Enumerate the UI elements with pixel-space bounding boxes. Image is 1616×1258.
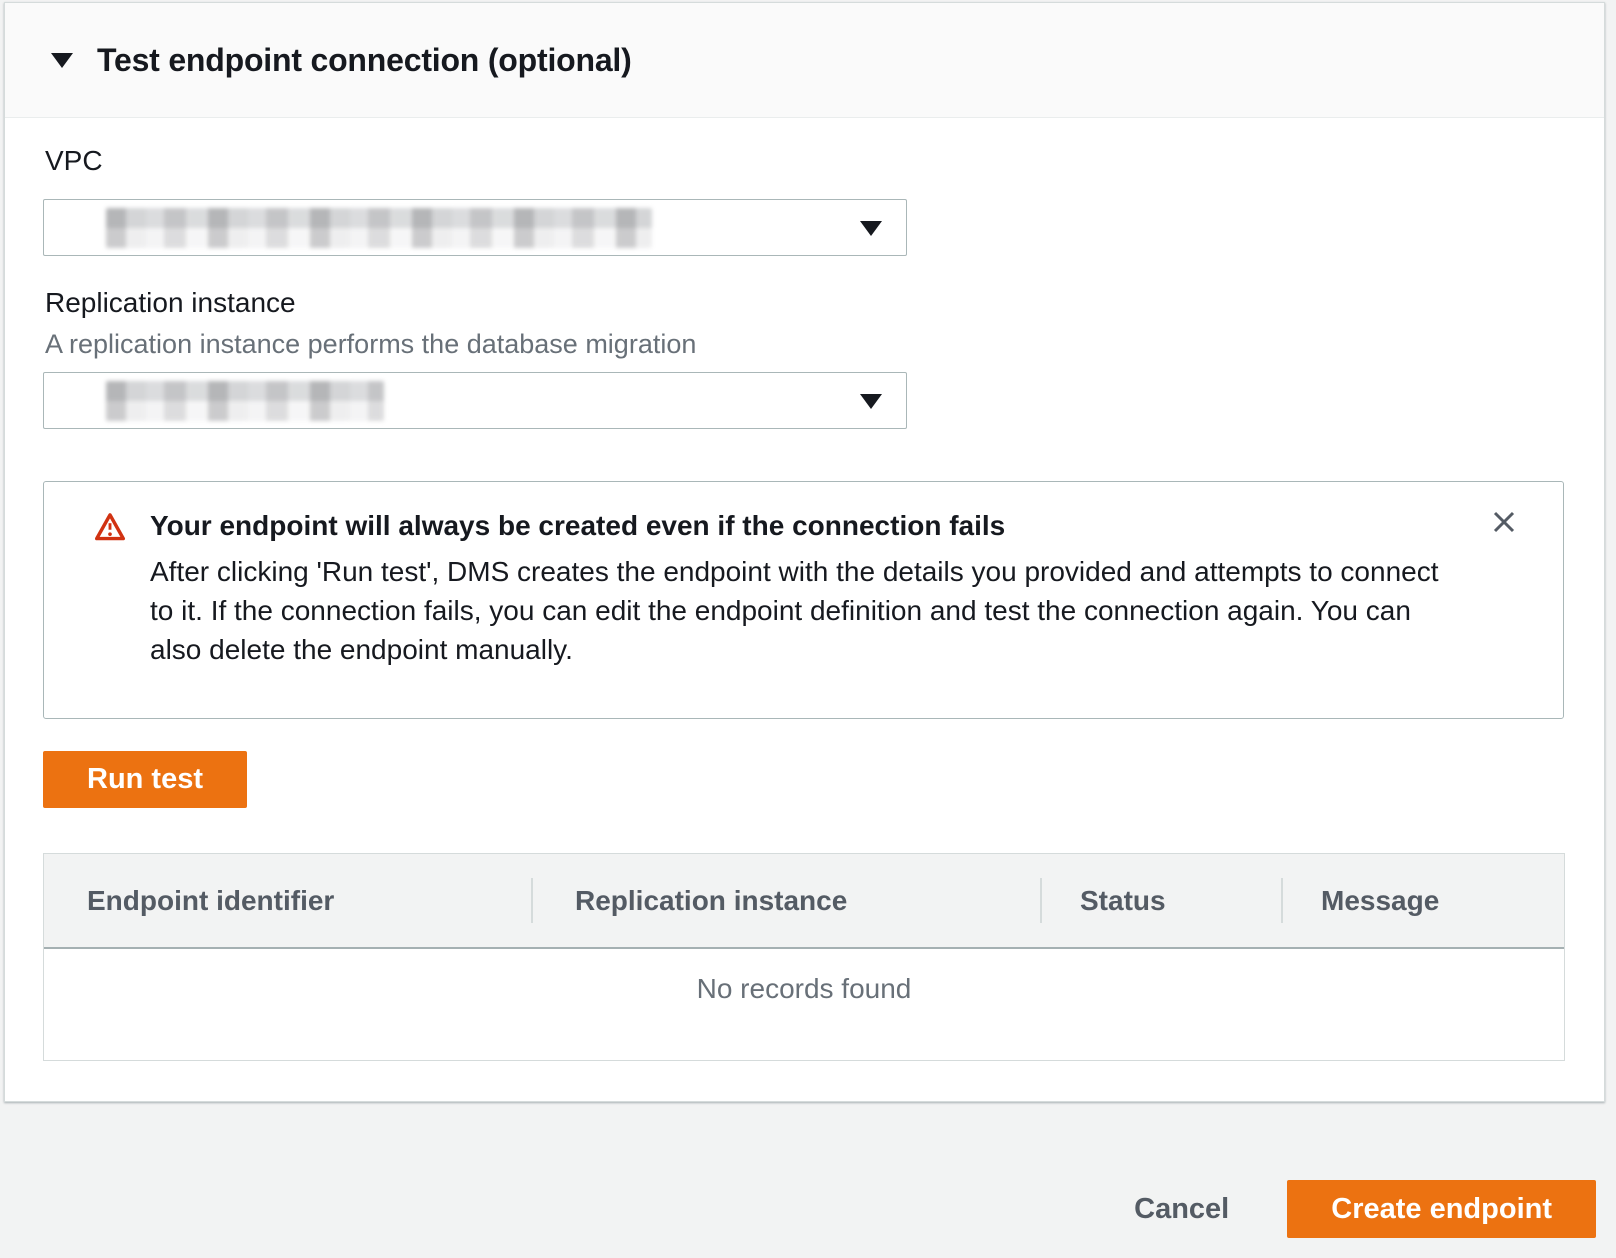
cancel-button[interactable]: Cancel <box>1134 1193 1229 1226</box>
no-records-message: No records found <box>44 949 1564 1060</box>
collapse-triangle-icon <box>51 53 73 68</box>
warning-alert: Your endpoint will always be created eve… <box>43 481 1564 719</box>
replication-instance-redacted-value <box>106 381 384 421</box>
warning-body: After clicking 'Run test', DMS creates t… <box>150 552 1450 669</box>
warning-triangle-icon <box>94 512 126 547</box>
form-footer-actions: Cancel Create endpoint <box>1134 1180 1596 1238</box>
test-endpoint-panel: Test endpoint connection (optional) VPC … <box>4 2 1605 1102</box>
column-header-replication-instance: Replication instance <box>531 854 1040 947</box>
section-title: Test endpoint connection (optional) <box>97 42 632 79</box>
column-header-message: Message <box>1281 854 1522 947</box>
close-icon <box>1489 507 1519 540</box>
warning-title: Your endpoint will always be created eve… <box>150 510 1450 542</box>
table-header-row: Endpoint identifier Replication instance… <box>44 854 1564 949</box>
column-header-status: Status <box>1040 854 1281 947</box>
create-endpoint-button[interactable]: Create endpoint <box>1287 1180 1596 1238</box>
section-header-test-endpoint-connection[interactable]: Test endpoint connection (optional) <box>5 3 1604 118</box>
replication-instance-label: Replication instance <box>45 287 296 319</box>
vpc-label: VPC <box>45 145 103 177</box>
dismiss-warning-button[interactable] <box>1487 506 1521 540</box>
column-header-endpoint-identifier: Endpoint identifier <box>44 854 531 947</box>
test-results-table: Endpoint identifier Replication instance… <box>43 853 1565 1061</box>
chevron-down-icon <box>860 394 882 409</box>
run-test-button[interactable]: Run test <box>43 751 247 808</box>
vpc-select[interactable] <box>43 199 907 256</box>
replication-instance-description: A replication instance performs the data… <box>45 329 696 360</box>
vpc-redacted-value <box>106 208 652 248</box>
replication-instance-select[interactable] <box>43 372 907 429</box>
chevron-down-icon <box>860 221 882 236</box>
